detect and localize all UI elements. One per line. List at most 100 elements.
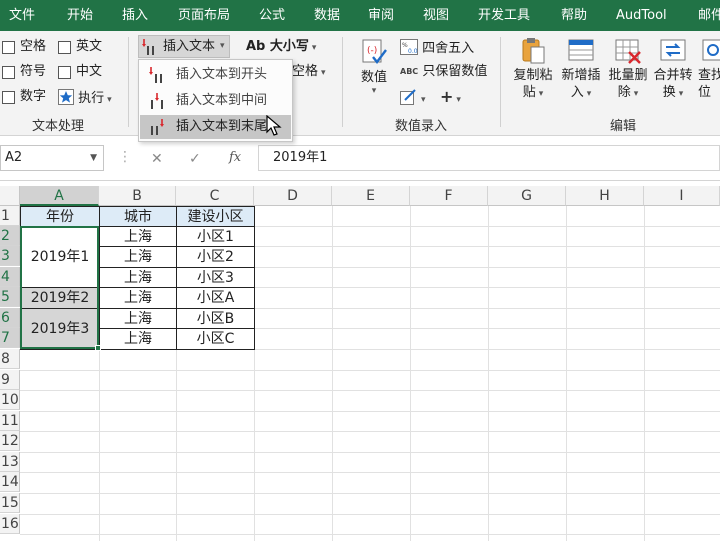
row-header[interactable]: 11 xyxy=(0,411,20,431)
space-label: 空格 xyxy=(292,64,319,79)
column-header-a[interactable]: A xyxy=(20,186,99,206)
chinese-checkbox[interactable] xyxy=(58,66,71,79)
column-header-h[interactable]: H xyxy=(566,186,644,206)
column-header-g[interactable]: G xyxy=(488,186,566,206)
tab-review[interactable]: 审阅 xyxy=(368,0,394,31)
cell-c7[interactable]: 小区C xyxy=(176,328,255,350)
english-checkbox[interactable] xyxy=(58,41,71,54)
gridline xyxy=(20,431,720,432)
chevron-down-icon: ▾ xyxy=(456,95,461,105)
keep-numeric-button[interactable]: ABC 只保留数值 xyxy=(400,64,487,80)
check-icon[interactable]: ✓ xyxy=(189,151,201,167)
column-header-i[interactable]: I xyxy=(644,186,720,206)
row-header[interactable]: 15 xyxy=(0,493,20,513)
execute-button[interactable]: 执行 ▾ xyxy=(58,89,112,107)
gridline xyxy=(20,452,720,453)
symbol-checkbox[interactable] xyxy=(2,66,15,79)
gridline xyxy=(20,514,720,515)
cell-b5[interactable]: 上海 xyxy=(99,287,177,309)
insert-new-button[interactable]: 新增插入 ▾ xyxy=(556,37,606,109)
row-header[interactable]: 13 xyxy=(0,452,20,472)
menu-item-label: 插入文本到中间 xyxy=(176,93,268,108)
row-header[interactable]: 16 xyxy=(0,514,20,534)
row-header[interactable]: 14 xyxy=(0,472,20,492)
plus-button[interactable]: + ▾ xyxy=(440,87,461,106)
batch-delete-label: 批量删除 ▾ xyxy=(608,68,648,100)
cell-b2[interactable]: 上海 xyxy=(99,226,177,247)
chevron-down-icon: ▾ xyxy=(220,41,225,51)
cell-b1[interactable]: 城市 xyxy=(99,206,177,227)
tab-audtool[interactable]: AudTool xyxy=(616,0,667,31)
numeric-group-label: 数值录入 xyxy=(395,119,448,134)
merge-convert-button[interactable]: 合并转换 ▾ xyxy=(648,37,698,109)
edit-group-label: 编辑 xyxy=(610,119,637,134)
cell-c6[interactable]: 小区B xyxy=(176,308,255,329)
cancel-icon[interactable]: ✕ xyxy=(151,151,163,167)
menu-item-insert-at-start[interactable]: 插入文本到开头 xyxy=(140,63,291,87)
find-locate-button[interactable]: 查找位 xyxy=(694,37,720,109)
row-header[interactable]: 8 xyxy=(0,349,20,369)
space-checkbox[interactable] xyxy=(2,41,15,54)
round-button[interactable]: % 0.0 四舍五入 xyxy=(400,39,474,57)
row-header[interactable]: 10 xyxy=(0,390,20,410)
name-box[interactable]: A2 ▼ xyxy=(0,145,104,171)
tab-page-layout[interactable]: 页面布局 xyxy=(178,0,230,31)
tab-formulas[interactable]: 公式 xyxy=(259,0,285,31)
find-icon xyxy=(702,39,720,61)
row-header[interactable]: 3 xyxy=(0,246,20,266)
batch-delete-button[interactable]: 批量删除 ▾ xyxy=(603,37,653,109)
fill-handle[interactable] xyxy=(95,345,101,351)
cell-b4[interactable]: 上海 xyxy=(99,267,177,288)
cell-c2[interactable]: 小区1 xyxy=(176,226,255,247)
cell-a1[interactable]: 年份 xyxy=(20,206,100,227)
star-icon xyxy=(58,89,74,105)
formula-input[interactable]: 2019年1 xyxy=(258,145,720,171)
cell-b3[interactable]: 上海 xyxy=(99,246,177,268)
cell-c4[interactable]: 小区3 xyxy=(176,267,255,288)
row-header[interactable]: 5 xyxy=(0,287,20,307)
value-button[interactable]: (-) 数值 ▾ xyxy=(352,37,396,109)
english-checkbox-label: 英文 xyxy=(76,39,103,54)
tab-help[interactable]: 帮助 xyxy=(561,0,587,31)
column-header-f[interactable]: F xyxy=(410,186,488,206)
row-header[interactable]: 6 xyxy=(0,308,20,328)
tab-insert[interactable]: 插入 xyxy=(122,0,148,31)
tab-data[interactable]: 数据 xyxy=(314,0,340,31)
row-header[interactable]: 1 xyxy=(0,206,20,226)
cell-b6[interactable]: 上海 xyxy=(99,308,177,329)
mouse-cursor-icon xyxy=(266,115,282,136)
gridline xyxy=(20,534,720,535)
copy-paste-button[interactable]: 复制粘贴 ▾ xyxy=(508,37,558,109)
tab-view[interactable]: 视图 xyxy=(423,0,449,31)
row-header[interactable]: 7 xyxy=(0,328,20,348)
tab-file[interactable]: 文件 xyxy=(9,0,35,31)
tab-mail[interactable]: 邮件 xyxy=(698,0,720,31)
row-header[interactable]: 12 xyxy=(0,431,20,451)
column-header-e[interactable]: E xyxy=(332,186,410,206)
gridline xyxy=(566,206,567,541)
column-header-b[interactable]: B xyxy=(99,186,176,206)
insert-text-button[interactable]: 插入文本 ▾ xyxy=(138,35,230,58)
row-header[interactable]: 4 xyxy=(0,267,20,287)
abc-icon: ABC xyxy=(400,67,419,76)
cell-c3[interactable]: 小区2 xyxy=(176,246,255,268)
number-checkbox[interactable] xyxy=(2,91,15,104)
tab-developer[interactable]: 开发工具 xyxy=(478,0,530,31)
row-header[interactable]: 9 xyxy=(0,370,20,390)
worksheet[interactable]: A B C D E F G H I 1 2 3 4 5 6 7 8 9 10 1… xyxy=(0,186,720,541)
insert-function-icon[interactable]: fx xyxy=(229,150,241,165)
column-header-c[interactable]: C xyxy=(176,186,254,206)
menu-item-insert-in-middle[interactable]: 插入文本到中间 xyxy=(140,89,291,113)
name-box-value: A2 xyxy=(5,150,23,165)
cell-c1[interactable]: 建设小区 xyxy=(176,206,255,227)
space-button[interactable]: 空格 ▾ xyxy=(292,64,326,80)
pen-button[interactable]: ▾ xyxy=(400,89,426,106)
cell-b7[interactable]: 上海 xyxy=(99,328,177,350)
row-header[interactable]: 2 xyxy=(0,226,20,246)
select-all-corner[interactable] xyxy=(0,186,20,206)
case-button[interactable]: Ab 大小写 ▾ xyxy=(246,39,316,55)
cell-c5[interactable]: 小区A xyxy=(176,287,255,309)
tab-home[interactable]: 开始 xyxy=(67,0,93,31)
gridline xyxy=(20,411,720,412)
column-header-d[interactable]: D xyxy=(254,186,332,206)
